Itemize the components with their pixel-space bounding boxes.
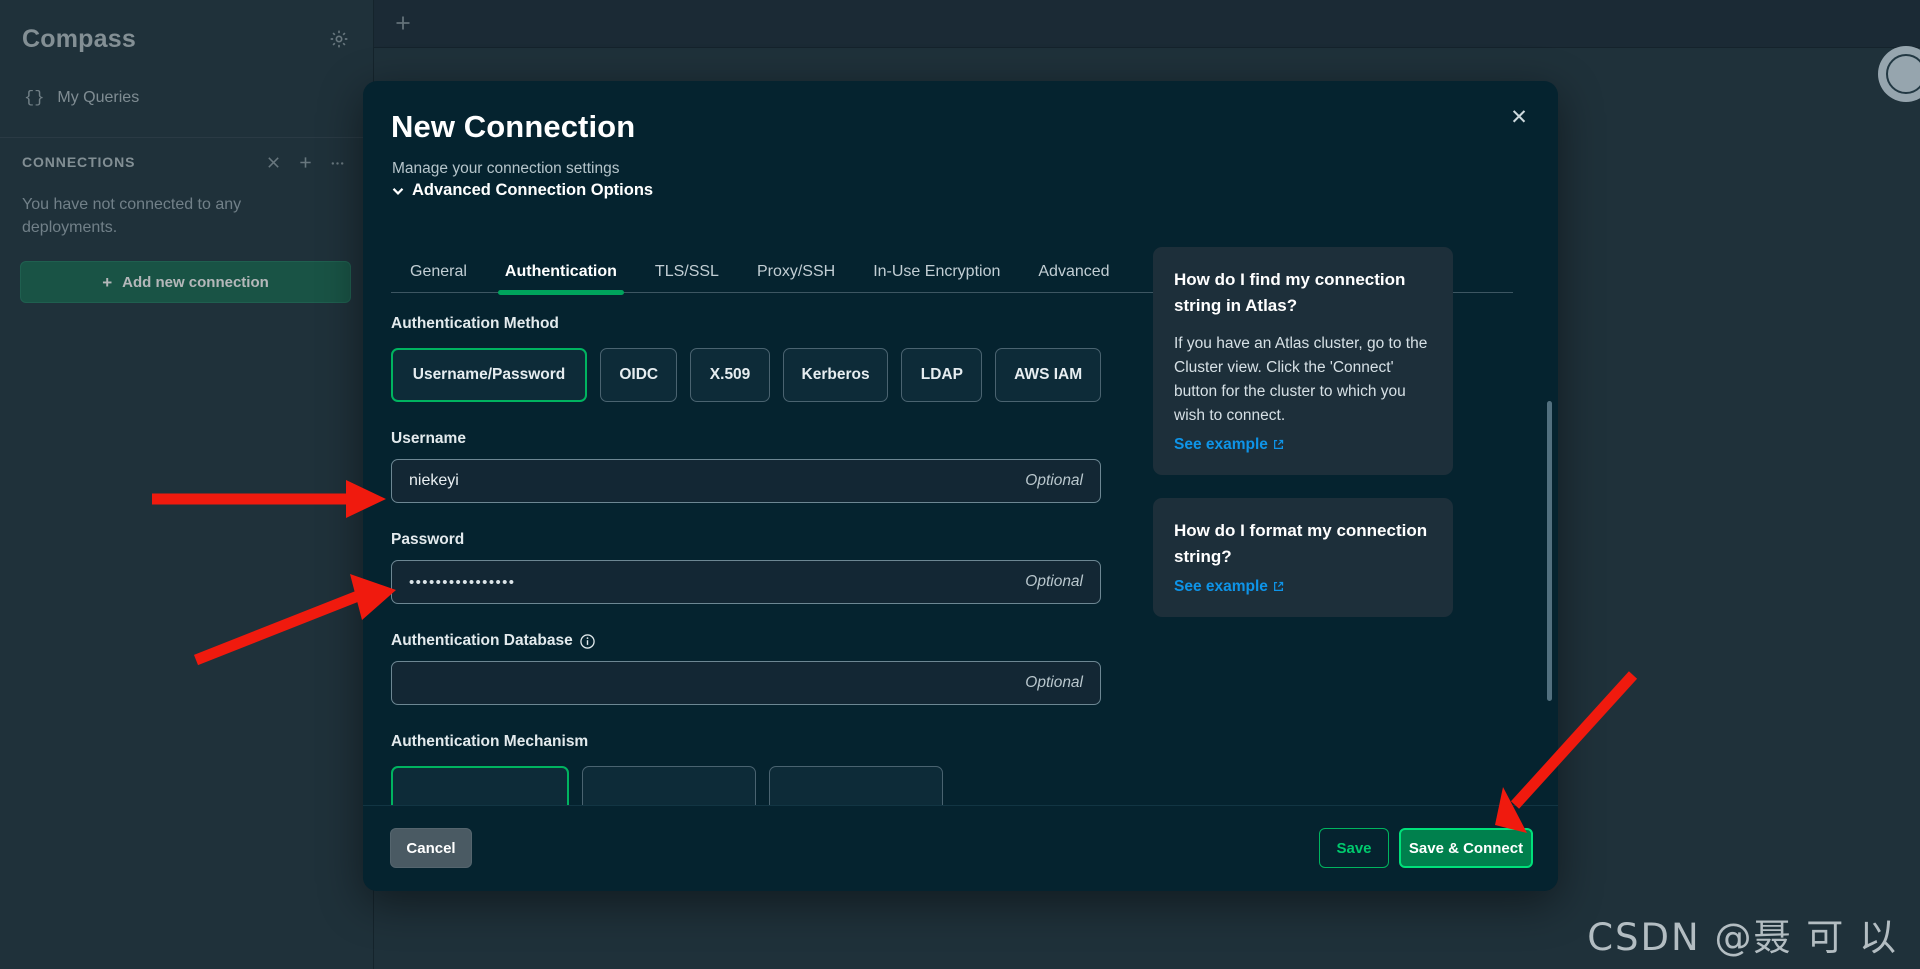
- auth-method-x509[interactable]: X.509: [690, 348, 770, 402]
- help-card-find-connection-string: How do I find my connection string in At…: [1153, 247, 1453, 475]
- auth-method-oidc[interactable]: OIDC: [600, 348, 678, 402]
- tab-in-use-encryption[interactable]: In-Use Encryption: [854, 263, 1019, 292]
- auth-mechanism-option-3[interactable]: [769, 766, 943, 805]
- authentication-form: Authentication Method Username/Password …: [391, 315, 1101, 805]
- password-group: Password •••••••••••••••• Optional: [391, 531, 1101, 604]
- tab-general[interactable]: General: [391, 263, 486, 292]
- password-optional-hint: Optional: [1025, 573, 1083, 590]
- auth-mechanism-option-1[interactable]: [391, 766, 569, 805]
- save-button[interactable]: Save: [1319, 828, 1389, 868]
- auth-method-kerberos[interactable]: Kerberos: [782, 348, 889, 402]
- chevron-down-icon: [391, 184, 405, 198]
- advanced-toggle-label: Advanced Connection Options: [412, 181, 654, 199]
- watermark: CSDN @聂 可 以: [1587, 916, 1898, 959]
- auth-mechanism-label: Authentication Mechanism: [391, 733, 589, 750]
- auth-database-label-text: Authentication Database: [391, 632, 573, 649]
- help-card-heading: How do I format my connection string?: [1174, 520, 1428, 567]
- auth-method-label: Authentication Method: [391, 315, 559, 332]
- see-example-link-1[interactable]: See example: [1174, 436, 1284, 454]
- modal-body: General Authentication TLS/SSL Proxy/SSH…: [363, 221, 1558, 805]
- auth-method-options: Username/Password OIDC X.509 Kerberos LD…: [391, 348, 1101, 402]
- password-label: Password: [391, 531, 465, 548]
- save-and-connect-button[interactable]: Save & Connect: [1399, 828, 1533, 868]
- help-card-format-connection-string: How do I format my connection string? Se…: [1153, 497, 1453, 618]
- close-icon[interactable]: ✕: [1508, 107, 1530, 129]
- username-optional-hint: Optional: [1025, 472, 1083, 489]
- auth-database-label: Authentication Database: [391, 632, 1101, 650]
- username-value: niekeyi: [409, 472, 459, 489]
- cancel-button[interactable]: Cancel: [390, 828, 472, 868]
- modal-title: New Connection: [391, 109, 636, 144]
- app-root: Compass {} My Queries CONNECTIONS You ha…: [0, 0, 1920, 969]
- see-example-label: See example: [1174, 435, 1268, 453]
- help-card-body: If you have an Atlas cluster, go to the …: [1174, 334, 1428, 424]
- username-input[interactable]: niekeyi Optional: [391, 459, 1101, 503]
- auth-method-ldap[interactable]: LDAP: [901, 348, 983, 402]
- external-link-icon: [1273, 437, 1284, 449]
- auth-method-aws-iam[interactable]: AWS IAM: [995, 348, 1101, 402]
- help-card-heading: How do I find my connection string in At…: [1174, 270, 1406, 316]
- auth-mechanism-option-2[interactable]: [582, 766, 756, 805]
- tab-proxy-ssh[interactable]: Proxy/SSH: [738, 263, 854, 292]
- help-panel: How do I find my connection string in At…: [1153, 247, 1453, 640]
- advanced-connection-options-toggle[interactable]: Advanced Connection Options: [391, 181, 653, 200]
- external-link-icon: [1273, 579, 1284, 592]
- info-icon[interactable]: [580, 633, 595, 649]
- modal-footer: Cancel Save Save & Connect: [363, 805, 1558, 891]
- auth-database-optional-hint: Optional: [1025, 674, 1083, 691]
- auth-mechanism-group: Authentication Mechanism: [391, 733, 1101, 805]
- username-label: Username: [391, 430, 466, 447]
- modal-scrollbar[interactable]: [1547, 401, 1552, 701]
- username-group: Username niekeyi Optional: [391, 430, 1101, 503]
- modal-subtitle: Manage your connection settings: [392, 160, 620, 177]
- tab-tls-ssl[interactable]: TLS/SSL: [636, 263, 738, 292]
- password-value: ••••••••••••••••: [409, 573, 516, 591]
- tab-authentication[interactable]: Authentication: [486, 263, 636, 295]
- auth-database-group: Authentication Database Optional: [391, 632, 1101, 705]
- tab-advanced[interactable]: Advanced: [1019, 263, 1128, 292]
- password-input[interactable]: •••••••••••••••• Optional: [391, 560, 1101, 604]
- see-example-link-2[interactable]: See example: [1174, 578, 1284, 596]
- auth-database-input[interactable]: Optional: [391, 661, 1101, 705]
- see-example-label: See example: [1174, 578, 1268, 596]
- auth-method-username-password[interactable]: Username/Password: [391, 348, 587, 402]
- auth-mechanism-options: [391, 766, 1101, 805]
- new-connection-modal: New Connection ✕ Manage your connection …: [363, 81, 1558, 891]
